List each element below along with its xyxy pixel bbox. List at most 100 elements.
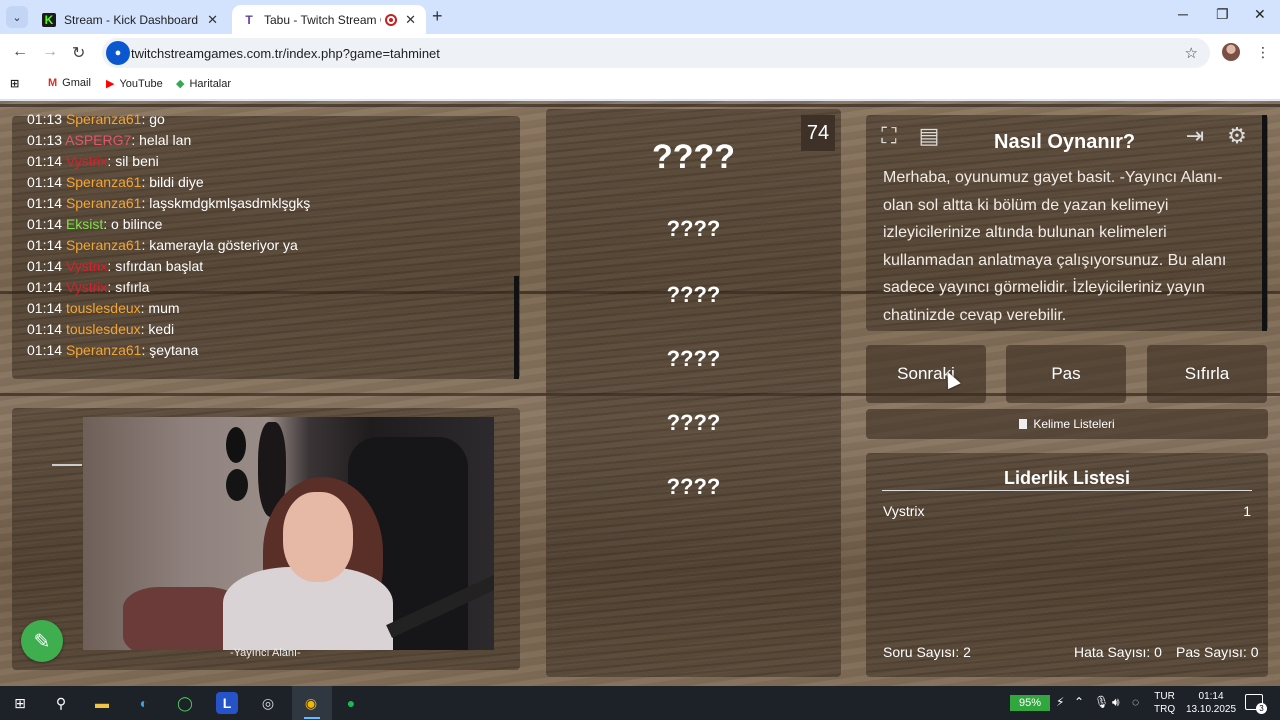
chat-username[interactable]: Speranza61 (66, 195, 142, 211)
windows-start-icon[interactable]: ⊞ (9, 692, 31, 714)
chat-timestamp: 01:14 (27, 174, 63, 190)
minimize-button[interactable]: ─ (1178, 6, 1188, 22)
apps-grid-icon[interactable]: ⊞ (10, 77, 19, 90)
clock-time: 01:14 (1198, 691, 1224, 702)
charging-icon: ⚡ (1056, 695, 1065, 709)
chat-username[interactable]: Vystrix (66, 279, 107, 295)
back-button[interactable]: ← (12, 43, 28, 61)
bookmarks-bar: ⊞ M Gmail ▶ YouTube ◆ Haritalar (0, 72, 1280, 100)
bookmark-youtube[interactable]: ▶ YouTube (106, 77, 163, 91)
search-icon[interactable]: ⚲ (50, 692, 72, 714)
chat-timestamp: 01:14 (27, 258, 63, 274)
bookmark-star-icon[interactable]: ☆ (1185, 44, 1198, 62)
chat-username[interactable]: Eksist (66, 216, 103, 232)
leaderboard-row: Vystrix 1 (883, 503, 1251, 519)
chat-text: : sıfırdan başlat (107, 258, 204, 274)
chat-username[interactable]: Speranza61 (66, 174, 142, 190)
chat-text: : şeytana (141, 342, 199, 358)
close-tab-icon[interactable]: ✕ (405, 12, 416, 28)
error-count: Hata Sayısı: 0 (1074, 644, 1162, 660)
chat-message: 01:14 Vystrix: sil beni (27, 153, 159, 169)
url-text: twitchstreamgames.com.tr/index.php?game=… (131, 46, 440, 61)
chat-username[interactable]: Vystrix (66, 153, 107, 169)
reset-button[interactable]: Sıfırla (1147, 345, 1267, 403)
restore-button[interactable]: ❐ (1216, 6, 1229, 23)
whatsapp-icon[interactable]: ◯ (174, 692, 196, 714)
chat-timestamp: 01:14 (27, 321, 63, 337)
address-bar[interactable]: ● twitchstreamgames.com.tr/index.php?gam… (102, 38, 1210, 68)
chrome-icon[interactable]: ◉ (300, 692, 322, 714)
settings-gear-icon[interactable]: ⚙ (1218, 118, 1256, 154)
tab-kick-dashboard[interactable]: K Stream - Kick Dashboard ✕ (32, 5, 228, 34)
forward-button[interactable]: → (42, 43, 58, 61)
chat-timestamp: 01:13 (27, 111, 63, 127)
divider (882, 490, 1252, 491)
exit-icon[interactable]: ⇥ (1176, 118, 1214, 154)
recording-icon (385, 13, 398, 26)
streamer-area-label: -Yayıncı Alanı- (230, 647, 301, 659)
chat-message: 01:13 ASPERG7: helal lan (27, 132, 191, 148)
battery-indicator[interactable]: 95% (1010, 695, 1050, 711)
twitch-games-icon: T (245, 12, 253, 27)
system-clock[interactable]: 01:14 13.10.2025 (1186, 690, 1236, 716)
chat-message: 01:14 touslesdeux: kedi (27, 321, 174, 337)
menu-kebab-icon[interactable]: ⋮ (1256, 44, 1270, 61)
recorder-icon[interactable]: ◎ (257, 692, 279, 714)
chat-username[interactable]: Speranza61 (66, 342, 142, 358)
fullscreen-icon[interactable]: ⛶ (870, 118, 908, 154)
pass-button[interactable]: Pas (1006, 345, 1126, 403)
next-button[interactable]: Sonraki (866, 345, 986, 403)
chat-username[interactable]: Speranza61 (66, 237, 142, 253)
taboo-word: ???? (666, 282, 721, 307)
chat-timestamp: 01:14 (27, 216, 63, 232)
file-explorer-icon[interactable]: ▬ (91, 692, 113, 714)
maps-icon: ◆ (176, 78, 185, 90)
webcam-feed (83, 417, 494, 650)
chat-username[interactable]: Speranza61 (66, 111, 142, 127)
taboo-word: ???? (666, 410, 721, 435)
word-card-panel (546, 109, 841, 677)
word-lists-button[interactable]: Kelime Listeleri (866, 409, 1268, 439)
chat-text: : kedi (140, 321, 175, 337)
tab-tabu-game[interactable]: T Tabu - Twitch Stream Game ✕ (232, 5, 426, 34)
chat-username[interactable]: ASPERG7 (65, 132, 131, 148)
microphone-icon[interactable]: 🎙︎ (1094, 695, 1109, 709)
chat-scrollbar[interactable] (514, 276, 519, 379)
spotify-icon[interactable]: ● (340, 692, 362, 714)
close-window-button[interactable]: ✕ (1254, 6, 1266, 23)
edit-pen-button[interactable]: ✎ (21, 620, 63, 662)
gmail-icon: M (48, 77, 58, 89)
tray-overflow-icon[interactable]: ⌃ (1074, 695, 1084, 709)
document-icon[interactable]: ▤ (910, 118, 948, 154)
chat-text: : mum (140, 300, 180, 316)
chat-username[interactable]: touslesdeux (66, 300, 141, 316)
chat-message: 01:14 Speranza61: şeytana (27, 342, 198, 358)
rules-text: Merhaba, oyunumuz gayet basit. -Yayıncı … (883, 169, 1227, 324)
network-icon[interactable]: ◌ (1132, 695, 1139, 709)
edge-icon[interactable]: ◐ (133, 692, 155, 714)
profile-avatar[interactable] (1222, 43, 1240, 61)
browser-tab-bar: ⌄ K Stream - Kick Dashboard ✕ T Tabu - T… (0, 0, 1280, 34)
word-lists-label: Kelime Listeleri (1033, 417, 1115, 431)
bookmark-label: YouTube (119, 77, 163, 90)
tab-search-button[interactable]: ⌄ (6, 6, 28, 28)
close-tab-icon[interactable]: ✕ (207, 12, 218, 28)
rules-title: Nasıl Oynanır? (994, 131, 1136, 153)
browser-toolbar: ← → ↻ ● twitchstreamgames.com.tr/index.p… (0, 34, 1280, 72)
chat-username[interactable]: touslesdeux (66, 321, 141, 337)
player-name: Vystrix (883, 503, 925, 519)
chat-message: 01:14 Vystrix: sıfırdan başlat (27, 258, 203, 274)
main-word: ???? (651, 138, 736, 176)
reload-button[interactable]: ↻ (72, 43, 85, 63)
bookmark-maps[interactable]: ◆ Haritalar (176, 77, 231, 91)
chat-username[interactable]: Vystrix (66, 258, 107, 274)
bookmark-gmail[interactable]: M Gmail (48, 77, 91, 89)
taboo-word: ???? (666, 474, 721, 499)
microphone-icon[interactable]: ● (106, 41, 130, 65)
rules-scrollbar[interactable] (1262, 115, 1267, 331)
chat-message: 01:14 Speranza61: bildi diye (27, 174, 204, 190)
input-language[interactable]: TUR TRQ (1154, 690, 1175, 716)
volume-icon[interactable]: 🔊︎ (1112, 695, 1120, 710)
launcher-l-icon[interactable]: L (216, 692, 238, 714)
new-tab-button[interactable]: + (432, 6, 443, 27)
